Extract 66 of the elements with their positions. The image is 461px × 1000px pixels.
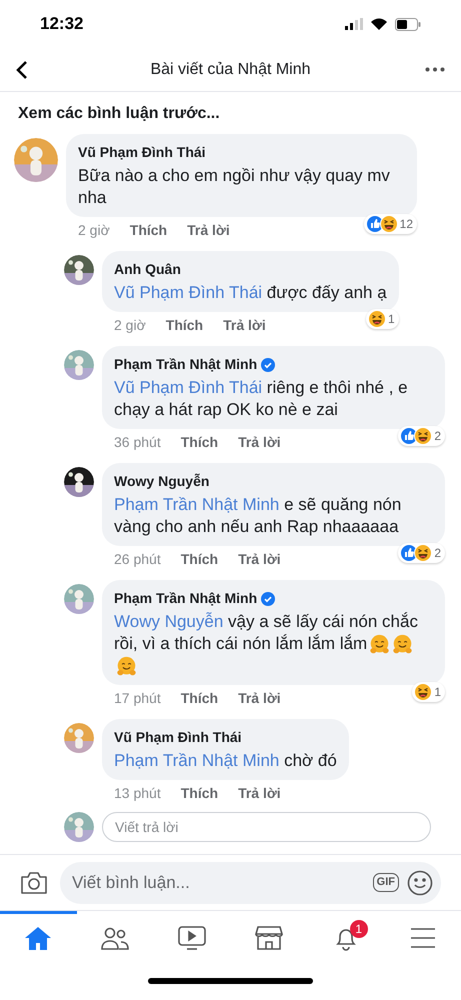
comment-time: 2 giờ — [114, 316, 146, 335]
reply-field[interactable]: Viết trả lời — [102, 812, 431, 842]
hugging-emoji-icon — [392, 634, 414, 656]
comment-author[interactable]: Phạm Trần Nhật Minh — [114, 354, 258, 375]
verified-badge-icon — [261, 358, 276, 372]
video-icon — [178, 925, 206, 951]
like-link[interactable]: Thích — [180, 548, 218, 570]
comment-author[interactable]: Phạm Trần Nhật Minh — [114, 588, 258, 609]
reply-link[interactable]: Trả lời — [238, 782, 281, 804]
battery-icon — [395, 18, 421, 30]
mention-link[interactable]: Vũ Phạm Đình Thái — [114, 283, 262, 302]
reaction-number: 2 — [434, 545, 441, 562]
comment-text: Bữa nào a cho em ngồi như vậy quay mv nha — [78, 165, 391, 209]
hugging-emoji-icon — [116, 656, 137, 678]
comment-time: 17 phút — [114, 688, 161, 708]
comment-text: Wowy Nguyễn vậy a sẽ lấy cái nón chắc rồi, vì a thích cái nón lắm lắm lắm — [114, 611, 433, 678]
comment-time: 13 phút — [114, 784, 161, 803]
reply-link[interactable]: Trả lời — [187, 220, 230, 240]
like-link[interactable]: Thích — [180, 688, 218, 709]
wifi-icon — [371, 18, 387, 30]
reaction-number: 2 — [434, 428, 441, 445]
mention-link[interactable]: Vũ Phạm Đình Thái — [114, 378, 262, 397]
reaction-number: 1 — [388, 311, 395, 328]
comment-text: Vũ Phạm Đình Thái được đấy anh ạ — [114, 282, 387, 304]
camera-icon — [20, 870, 48, 894]
reply-link[interactable]: Trả lời — [223, 314, 266, 336]
more-icon — [425, 67, 445, 72]
reply-link[interactable]: Trả lời — [238, 688, 281, 709]
menu-icon — [410, 927, 436, 949]
home-icon — [24, 925, 52, 951]
like-link[interactable]: Thích — [180, 432, 218, 452]
mention-link[interactable]: Phạm Trần Nhật Minh — [114, 495, 280, 514]
comment-time: 36 phút — [114, 432, 161, 452]
comment-text: Phạm Trần Nhật Minh e sẽ quăng nón vàng cho anh nếu anh Rap nhaaaaaa — [114, 494, 402, 538]
reaction-number: 12 — [400, 216, 413, 233]
comment-text: Phạm Trần Nhật Minh chờ đó — [114, 750, 337, 772]
comment-text: Vũ Phạm Đình Thái riêng e thôi nhé , e chạy a hát rap OK ko nè e zai — [114, 377, 409, 421]
comment-field[interactable]: Viết bình luận... GIF — [60, 862, 441, 904]
comment-input[interactable]: Viết bình luận... — [72, 870, 365, 896]
back-icon — [16, 60, 28, 80]
mention-link[interactable]: Phạm Trần Nhật Minh — [114, 751, 280, 770]
notification-badge: 1 — [350, 920, 368, 938]
comment-time: 2 giờ — [78, 220, 110, 240]
gif-button[interactable]: GIF — [372, 873, 399, 892]
page-title: Bài viết của Nhật Minh — [149, 60, 312, 80]
emoji-icon — [407, 870, 433, 896]
hugging-emoji-icon — [369, 634, 390, 656]
mention-link[interactable]: Wowy Nguyễn — [114, 612, 224, 631]
comment-author[interactable]: Wowy Nguyễn — [114, 471, 210, 492]
reaction-number: 1 — [434, 684, 441, 702]
shop-icon — [254, 925, 283, 951]
reply-link[interactable]: Trả lời — [238, 548, 281, 570]
verified-badge-icon — [261, 592, 276, 606]
tab-bar-item[interactable]: 1 — [307, 911, 384, 962]
reply-link[interactable]: Trả lời — [238, 432, 281, 452]
like-link[interactable]: Thích — [166, 314, 204, 336]
status-time: 12:32 — [40, 13, 84, 36]
comment-time: 26 phút — [114, 550, 161, 569]
like-link[interactable]: Thích — [180, 782, 218, 804]
previous-comments-link[interactable]: Xem các bình luận trước... — [0, 92, 238, 134]
comment-author[interactable]: Vũ Phạm Đình Thái — [78, 142, 206, 163]
people-icon — [100, 925, 130, 951]
comment-author[interactable]: Vũ Phạm Đình Thái — [114, 727, 242, 748]
like-link[interactable]: Thích — [130, 220, 168, 240]
comment-author[interactable]: Anh Quân — [114, 259, 181, 280]
signal-icon — [345, 18, 363, 30]
